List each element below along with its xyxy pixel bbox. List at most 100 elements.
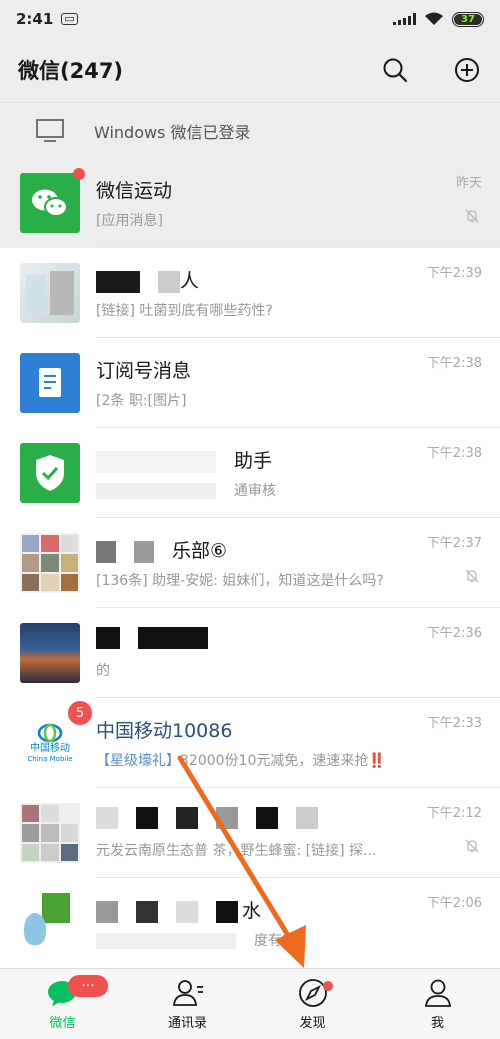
unread-count-badge: 5 xyxy=(68,701,92,725)
chat-list: 微信运动 [应用消息] 昨天 人 [链接] 吐菌到底有哪些药性? 下午2:39 xyxy=(0,158,500,968)
chat-preview: 通审核 xyxy=(234,483,276,499)
chat-time: 昨天 xyxy=(455,176,482,191)
avatar-subscriptions xyxy=(20,353,80,413)
wechat-logo-icon xyxy=(32,189,68,217)
tab-label: 发现 xyxy=(299,1015,326,1031)
mute-bell-icon xyxy=(465,839,479,853)
chat-preview: [应用消息] xyxy=(96,213,163,229)
chat-preview-highlight: 【星级壕礼】 xyxy=(96,753,180,769)
china-mobile-logo-text: 中国移动 xyxy=(30,742,70,754)
person-icon xyxy=(424,979,451,1007)
redacted-block xyxy=(96,933,236,949)
battery-icon: 37 xyxy=(452,11,484,27)
tab-contacts[interactable]: 通讯录 xyxy=(125,969,250,1039)
contacts-icon xyxy=(172,979,203,1006)
redacted-block xyxy=(96,626,120,649)
plus-circle-icon xyxy=(455,58,479,82)
chat-time: 下午2:36 xyxy=(426,626,482,641)
title-bar: 微信(247) xyxy=(0,38,500,102)
avatar-china-mobile: 中国移动 China Mobile 5 xyxy=(20,701,92,773)
chat-time: 下午2:06 xyxy=(426,896,482,911)
tab-label: 通讯录 xyxy=(167,1015,207,1031)
pc-login-text: Windows 微信已登录 xyxy=(94,122,251,142)
avatar-wechat-sport xyxy=(20,168,85,233)
pc-login-banner[interactable]: Windows 微信已登录 xyxy=(0,102,500,158)
chat-row[interactable]: 人 [链接] 吐菌到底有哪些药性? 下午2:39 xyxy=(0,248,500,338)
avatar xyxy=(20,803,80,863)
chat-name: 水 xyxy=(242,900,262,922)
mute-bell-icon xyxy=(465,569,479,583)
tab-chats[interactable]: ··· 微信 xyxy=(0,969,125,1039)
redacted-block xyxy=(134,540,154,563)
redacted-block xyxy=(216,900,238,923)
chat-time: 下午2:39 xyxy=(426,266,482,281)
tab-red-dot xyxy=(323,981,333,991)
redacted-block xyxy=(216,806,238,829)
tab-me[interactable]: 我 xyxy=(375,969,500,1039)
add-button[interactable] xyxy=(452,55,482,85)
status-time: 2:41 xyxy=(16,10,54,28)
redacted-block xyxy=(96,806,118,829)
redacted-block xyxy=(136,900,158,923)
redacted-block xyxy=(96,540,116,563)
redacted-block xyxy=(138,626,208,649)
sim-icon: ▭ xyxy=(61,13,78,25)
chat-row[interactable]: 水 度有? 下午2:06 xyxy=(0,878,500,968)
document-icon xyxy=(39,368,61,397)
chat-row-china-mobile[interactable]: 中国移动 China Mobile 5 中国移动10086 【星级壕礼】3200… xyxy=(0,698,500,788)
chat-row-wechat-sport[interactable]: 微信运动 [应用消息] 昨天 xyxy=(0,158,500,248)
avatar xyxy=(20,623,80,683)
chat-row-assistant[interactable]: 助手 通审核 下午2:38 xyxy=(0,428,500,518)
chat-name: 人 xyxy=(180,270,200,292)
chat-name: 助手 xyxy=(234,450,273,472)
chat-preview: [链接] 吐菌到底有哪些药性? xyxy=(96,303,273,319)
redacted-block xyxy=(176,900,198,923)
monitor-icon xyxy=(36,118,64,142)
redacted-block xyxy=(96,450,216,473)
chat-preview: [136条] 助理-安妮: 姐妹们，知道这是什么吗? xyxy=(96,573,384,589)
chat-row-group[interactable]: 乐部⑥ [136条] 助理-安妮: 姐妹们，知道这是什么吗? 下午2:37 xyxy=(0,518,500,608)
avatar-group xyxy=(20,533,80,593)
search-button[interactable] xyxy=(380,55,410,85)
chat-row[interactable]: 元发云南原生态普 茶，野生蜂蜜: [链接] 探... 下午2:12 xyxy=(0,788,500,878)
chat-row-subscriptions[interactable]: 订阅号消息 [2条 职:[图片] 下午2:38 xyxy=(0,338,500,428)
chat-time: 下午2:33 xyxy=(426,716,482,731)
redacted-block xyxy=(96,900,118,923)
unread-dot xyxy=(73,168,85,180)
redacted-block xyxy=(96,483,216,499)
tab-label: 我 xyxy=(430,1015,444,1031)
tab-discover[interactable]: 发现 xyxy=(250,969,375,1039)
chat-name: 乐部⑥ xyxy=(172,540,228,562)
avatar xyxy=(20,263,80,323)
shield-check-icon xyxy=(36,455,64,491)
search-icon xyxy=(383,58,408,83)
chat-preview: 元发云南原生态普 茶，野生蜂蜜: [链接] 探... xyxy=(96,843,377,859)
chat-time: 下午2:12 xyxy=(426,806,482,821)
chat-preview: 度有? xyxy=(254,933,290,949)
china-mobile-logo-icon xyxy=(37,723,63,742)
battery-level: 37 xyxy=(461,13,475,25)
avatar-assistant xyxy=(20,443,80,503)
avatar xyxy=(20,893,80,953)
chat-preview: [2条 职:[图片] xyxy=(96,393,187,409)
mute-bell-icon xyxy=(465,209,479,223)
chat-time: 下午2:38 xyxy=(426,446,482,461)
china-mobile-logo-text-en: China Mobile xyxy=(27,754,73,763)
chat-row[interactable]: 的 下午2:36 xyxy=(0,608,500,698)
redacted-block xyxy=(158,270,180,293)
chat-preview: 32000份10元减免，速速来抢‼️ xyxy=(180,753,386,769)
redacted-block xyxy=(296,806,318,829)
redacted-block xyxy=(256,806,278,829)
chat-preview: 的 xyxy=(96,663,110,679)
redacted-block xyxy=(136,806,158,829)
chat-name: 微信运动 xyxy=(96,180,173,202)
redacted-block xyxy=(176,806,198,829)
redacted-block xyxy=(96,270,140,293)
chat-time: 下午2:37 xyxy=(426,536,482,551)
page-title: 微信(247) xyxy=(18,59,124,83)
signal-icon xyxy=(393,13,416,25)
tab-badge: ··· xyxy=(68,975,108,997)
chat-time: 下午2:38 xyxy=(426,356,482,371)
wifi-icon xyxy=(425,12,443,25)
bottom-tab-bar: ··· 微信 通讯录 发现 我 xyxy=(0,968,500,1039)
